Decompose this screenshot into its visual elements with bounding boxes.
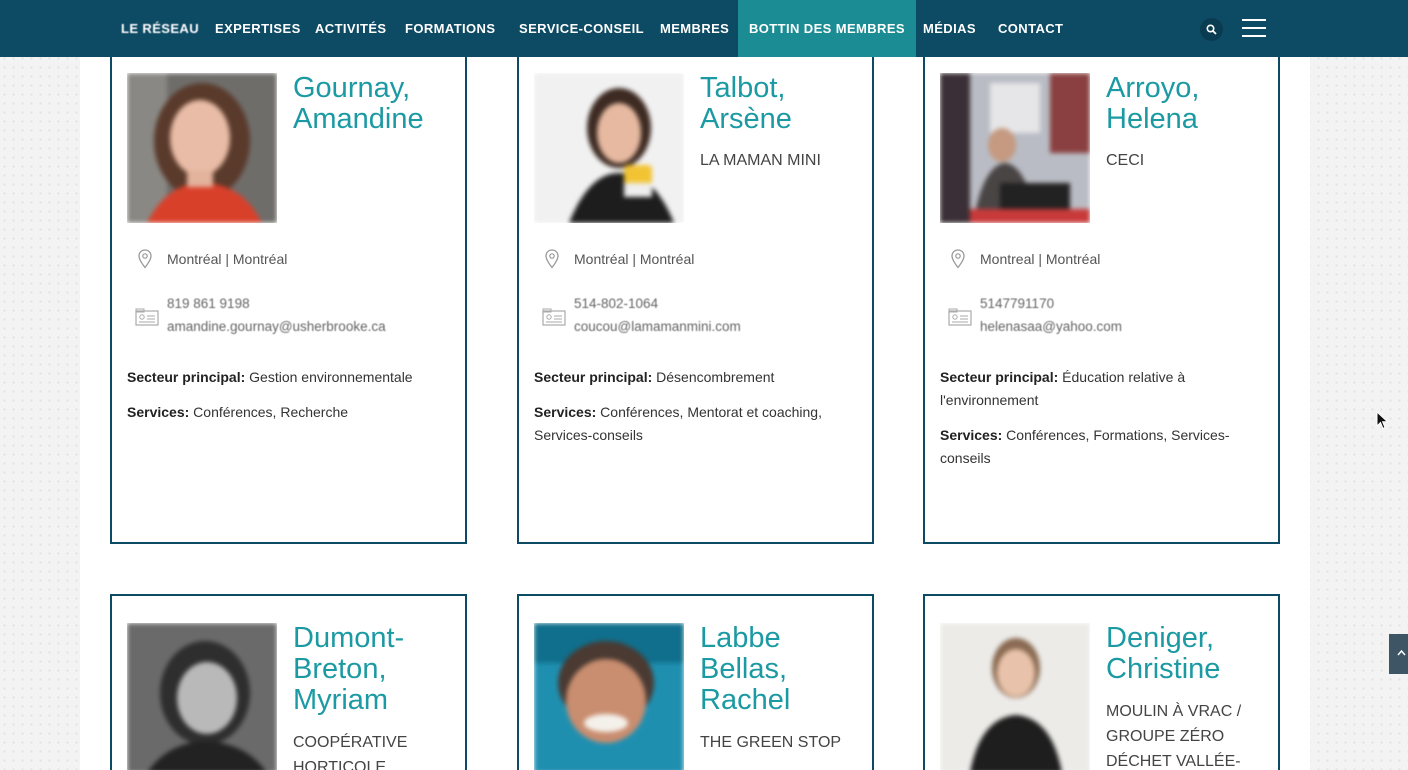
search-icon[interactable] — [1200, 18, 1223, 41]
email-link[interactable]: helenasaa@yahoo.com — [980, 319, 1122, 334]
phone-text[interactable]: 514-802-1064 — [574, 296, 658, 311]
top-navigation: LE RÉSEAU EXPERTISES ACTIVITÉS FORMATION… — [0, 0, 1408, 57]
member-name-line: Gournay, — [293, 72, 411, 104]
member-sector: Secteur principal: Désencombrement — [534, 366, 864, 389]
contact-card-icon — [948, 308, 972, 326]
member-name-line: Arsène — [700, 103, 792, 135]
member-photo[interactable] — [534, 73, 684, 223]
sector-value: Gestion environnementale — [249, 369, 413, 385]
member-name[interactable]: Labbe Bellas, Rachel — [700, 623, 870, 716]
nav-item-contact[interactable]: CONTACT — [998, 0, 1063, 57]
nav-item-formations[interactable]: FORMATIONS — [405, 0, 495, 57]
member-services: Services: Conférences, Mentorat et coach… — [534, 401, 864, 447]
services-value: Conférences, Recherche — [193, 404, 349, 420]
member-photo[interactable] — [940, 623, 1090, 770]
member-name[interactable]: Talbot, Arsène — [700, 73, 870, 135]
member-organization: COOPÉRATIVE HORTICOLE — [293, 734, 408, 770]
location-text: Montréal | Montréal — [167, 251, 288, 267]
email-link[interactable]: coucou@lamamanmini.com — [574, 319, 741, 334]
member-card[interactable]: Gournay, Amandine Montréal | Montréal 81… — [110, 40, 467, 544]
member-name-line: Talbot, — [700, 72, 786, 104]
location-text: Montreal | Montréal — [980, 251, 1101, 267]
member-name-line: Deniger, — [1106, 622, 1215, 654]
sector-label: Secteur principal: — [940, 369, 1059, 385]
member-name-line: Dumont- — [293, 622, 405, 654]
sector-value: Désencombrement — [656, 369, 775, 385]
search-icon-glyph — [1206, 24, 1217, 35]
member-organization: MOULIN À VRAC / GROUPE ZÉRO DÉCHET VALLÉ… — [1106, 703, 1242, 770]
nav-item-le-reseau[interactable]: LE RÉSEAU — [121, 0, 199, 57]
member-name-line: Labbe — [700, 622, 781, 654]
member-name[interactable]: Dumont- Breton, Myriam — [293, 623, 463, 716]
member-card[interactable]: Arroyo, Helena CECI Montreal | Montréal … — [923, 40, 1280, 544]
member-name-line: Breton, — [293, 653, 387, 685]
services-label: Services: — [534, 404, 597, 420]
map-pin-icon — [951, 249, 965, 269]
member-contact: 5147791170 helenasaa@yahoo.com — [940, 296, 1270, 342]
nav-item-expertises[interactable]: EXPERTISES — [215, 0, 301, 57]
services-label: Services: — [940, 427, 1003, 443]
contact-card-icon — [542, 308, 566, 326]
member-card[interactable]: Dumont- Breton, Myriam COOPÉRATIVE HORTI… — [110, 594, 467, 770]
member-contact: 819 861 9198 amandine.gournay@usherbrook… — [127, 296, 457, 342]
scroll-to-top-button[interactable] — [1389, 634, 1408, 674]
member-name-line: Bellas, — [700, 653, 788, 685]
email-link[interactable]: amandine.gournay@usherbrooke.ca — [167, 319, 386, 334]
member-photo[interactable] — [127, 623, 277, 770]
mouse-cursor-icon — [1376, 411, 1389, 430]
hamburger-menu-icon[interactable] — [1242, 19, 1266, 37]
member-card[interactable]: Talbot, Arsène LA MAMAN MINI Montréal | … — [517, 40, 874, 544]
nav-item-service-conseil[interactable]: SERVICE-CONSEIL — [519, 0, 644, 57]
contact-card-icon — [135, 308, 159, 326]
member-name-line: Amandine — [293, 103, 424, 135]
member-name[interactable]: Deniger, Christine — [1106, 623, 1276, 685]
member-services: Services: Conférences, Formations, Servi… — [940, 424, 1270, 470]
member-contact: 514-802-1064 coucou@lamamanmini.com — [534, 296, 864, 342]
member-photo[interactable] — [534, 623, 684, 770]
member-organization: LA MAMAN MINI — [700, 152, 821, 169]
member-location: Montréal | Montréal — [127, 249, 457, 271]
sector-label: Secteur principal: — [127, 369, 246, 385]
member-name-line: Christine — [1106, 653, 1221, 685]
member-sector: Secteur principal: Gestion environnement… — [127, 366, 457, 389]
member-name[interactable]: Arroyo, Helena — [1106, 73, 1276, 135]
member-photo[interactable] — [940, 73, 1090, 223]
chevron-up-icon — [1397, 649, 1406, 656]
member-services: Services: Conférences, Recherche — [127, 401, 457, 424]
nav-item-activites[interactable]: ACTIVITÉS — [315, 0, 387, 57]
member-location: Montreal | Montréal — [940, 249, 1270, 271]
nav-item-bottin-des-membres[interactable]: BOTTIN DES MEMBRES — [738, 0, 916, 57]
member-photo[interactable] — [127, 73, 277, 223]
nav-item-membres[interactable]: MEMBRES — [660, 0, 729, 57]
map-pin-icon — [138, 249, 152, 269]
member-organization: CECI — [1106, 152, 1145, 169]
member-location: Montréal | Montréal — [534, 249, 864, 271]
member-name[interactable]: Gournay, Amandine — [293, 73, 463, 135]
sector-label: Secteur principal: — [534, 369, 653, 385]
member-name-line: Myriam — [293, 684, 389, 716]
member-card[interactable]: Deniger, Christine MOULIN À VRAC / GROUP… — [923, 594, 1280, 770]
member-organization: THE GREEN STOP — [700, 734, 842, 751]
member-sector: Secteur principal: Éducation relative à … — [940, 366, 1270, 412]
location-text: Montréal | Montréal — [574, 251, 695, 267]
member-name-line: Rachel — [700, 684, 791, 716]
services-label: Services: — [127, 404, 190, 420]
phone-text[interactable]: 5147791170 — [980, 296, 1054, 311]
phone-text[interactable]: 819 861 9198 — [167, 296, 250, 311]
member-name-line: Arroyo, — [1106, 72, 1200, 104]
member-card[interactable]: Labbe Bellas, Rachel THE GREEN STOP — [517, 594, 874, 770]
nav-item-medias[interactable]: MÉDIAS — [923, 0, 976, 57]
member-name-line: Helena — [1106, 103, 1198, 135]
map-pin-icon — [545, 249, 559, 269]
